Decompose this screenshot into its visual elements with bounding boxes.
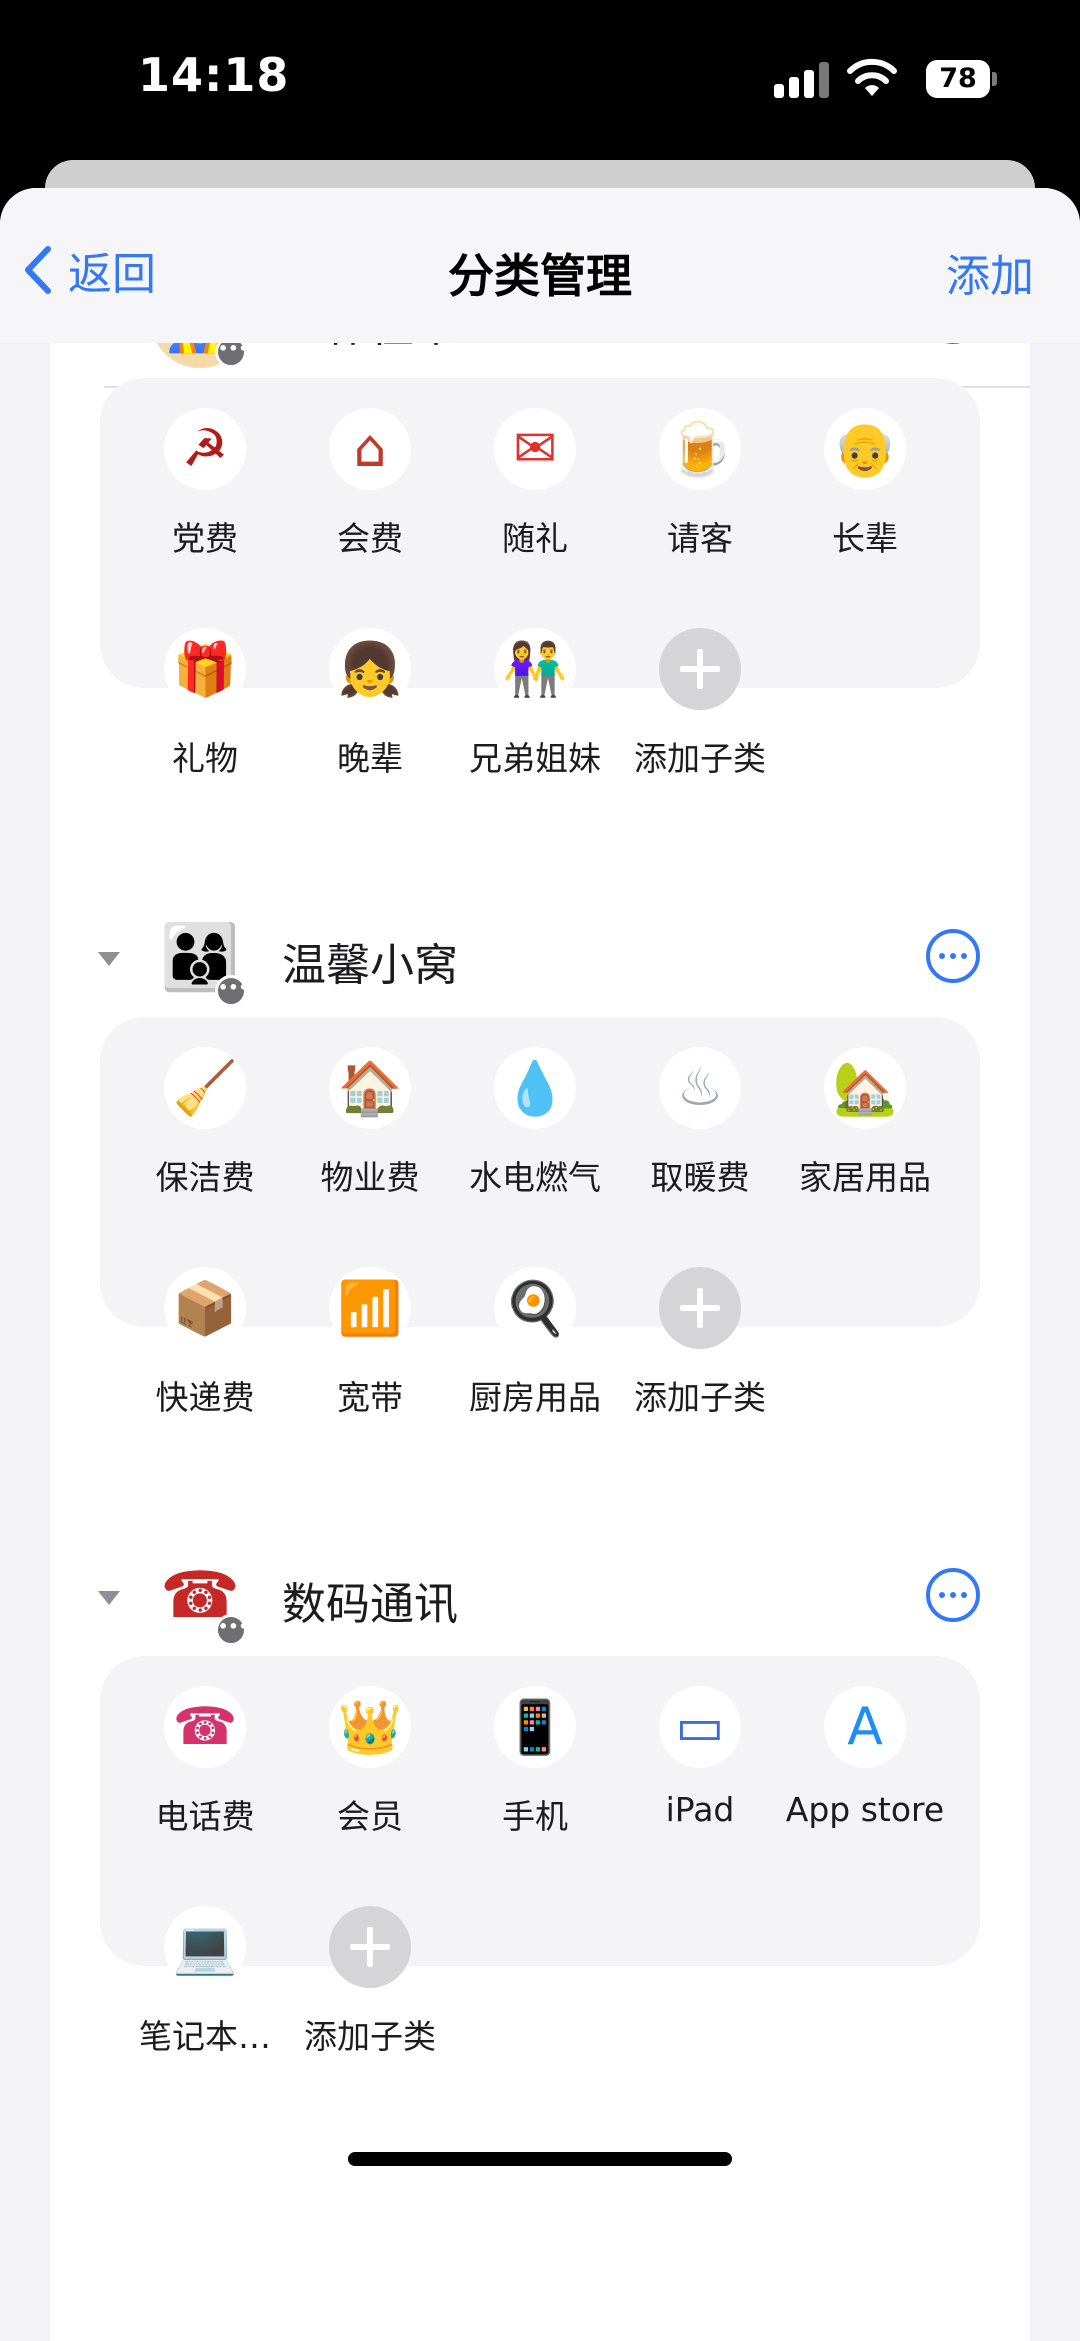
subcategory-item[interactable]: ⌂ 会费 xyxy=(287,408,453,560)
subcategory-label: 兄弟姐妹 xyxy=(469,739,601,778)
subcategory-item[interactable]: 👴 长辈 xyxy=(782,408,948,560)
subcategory-item[interactable]: ▭ iPad xyxy=(617,1686,783,1829)
subcategory-item[interactable]: 🍺 请客 xyxy=(617,408,783,560)
more-badge-icon: ••• xyxy=(215,1614,249,1646)
more-badge-icon: ••• xyxy=(215,975,249,1007)
subcategory-panel: ☭ 党费 ⌂ 会费 ✉ 随礼 🍺 请客 👴 长辈 🎁 礼物 👧 晚辈 👫 兄弟姐妹 添加子类 xyxy=(100,378,980,778)
subcategory-item[interactable]: 🏠 物业费 xyxy=(287,1047,453,1199)
subcategory-label: 添加子类 xyxy=(634,1378,766,1417)
subcategory-panel: 🧹 保洁费 🏠 物业费 💧 水电燃气 ♨ 取暖费 🏡 家居用品 📦 快递费 📶 宽带 🍳 厨房用品 添加子类 xyxy=(100,1017,980,1417)
page-title: 分类管理 xyxy=(448,249,632,303)
cleaner-icon: 🧹 xyxy=(164,1047,246,1129)
battery-level: 78 xyxy=(926,60,990,98)
add-subcategory-button[interactable]: 添加子类 xyxy=(617,628,783,780)
subcategory-label: 请客 xyxy=(667,519,733,558)
red-envelope-icon: ✉ xyxy=(494,408,576,490)
subcategory-label: 物业费 xyxy=(320,1158,420,1197)
group-header[interactable]: 👨‍👩‍👦 ••• 温馨小窝 xyxy=(50,907,980,1017)
subcategory-label: 礼物 xyxy=(172,739,238,778)
subcategory-item[interactable]: 🧹 保洁费 xyxy=(122,1047,288,1199)
smartphone-icon: 📱 xyxy=(494,1686,576,1768)
more-options-button[interactable] xyxy=(926,1568,980,1622)
add-subcategory-button[interactable]: 添加子类 xyxy=(287,1906,453,2058)
union-house-icon: ⌂ xyxy=(329,408,411,490)
gift-icon: 🎁 xyxy=(164,628,246,710)
subcategory-label: 随礼 xyxy=(502,519,568,558)
subcategory-label: 添加子类 xyxy=(304,2017,436,2056)
subcategory-label: 保洁费 xyxy=(155,1158,255,1197)
subcategory-panel: ☎ 电话费 👑 会员 📱 手机 ▭ iPad A App store 💻 笔记本… 添加子类 xyxy=(100,1656,980,2056)
subcategory-label: iPad xyxy=(665,1790,735,1829)
status-time: 14:18 xyxy=(138,48,290,102)
add-button[interactable]: 添加 xyxy=(946,240,1034,304)
water-drop-icon: 💧 xyxy=(494,1047,576,1129)
status-bar: 14:18 78 xyxy=(0,0,1080,160)
subcategory-label: 笔记本… xyxy=(139,2017,271,2056)
subcategory-label: 会员 xyxy=(337,1797,403,1836)
subcategory-label: 电话费 xyxy=(155,1797,255,1836)
crown-icon: 👑 xyxy=(329,1686,411,1768)
subcategory-label: 家居用品 xyxy=(799,1158,931,1197)
subcategory-label: App store xyxy=(785,1790,945,1829)
collapse-caret-icon[interactable] xyxy=(98,1591,120,1605)
tablet-icon: ▭ xyxy=(659,1686,741,1768)
subcategory-item[interactable]: 🍳 厨房用品 xyxy=(452,1267,618,1419)
subcategory-item[interactable]: 💻 笔记本… xyxy=(122,1906,288,2058)
cellular-signal-icon xyxy=(774,62,832,98)
children-icon: 👧 xyxy=(329,628,411,710)
nav-bar: 返回 分类管理 添加 xyxy=(0,188,1080,343)
subcategory-label: 厨房用品 xyxy=(469,1378,601,1417)
property-icon: 🏠 xyxy=(329,1047,411,1129)
subcategory-item[interactable]: 📦 快递费 xyxy=(122,1267,288,1419)
phone-icon: ☎ xyxy=(164,1686,246,1768)
add-subcategory-button[interactable]: 添加子类 xyxy=(617,1267,783,1419)
subcategory-item[interactable]: ☎ 电话费 xyxy=(122,1686,288,1838)
subcategory-item[interactable]: ♨ 取暖费 xyxy=(617,1047,783,1199)
subcategory-item[interactable]: 👧 晚辈 xyxy=(287,628,453,780)
home-goods-icon: 🏡 xyxy=(824,1047,906,1129)
group-title: 数码通讯 xyxy=(282,1579,458,1630)
subcategory-label: 宽带 xyxy=(337,1378,403,1417)
subcategory-item[interactable]: 📱 手机 xyxy=(452,1686,618,1838)
subcategory-label: 水电燃气 xyxy=(469,1158,601,1197)
courier-icon: 📦 xyxy=(164,1267,246,1349)
subcategory-label: 取暖费 xyxy=(650,1158,750,1197)
group-title: 温馨小窝 xyxy=(282,940,458,991)
category-sheet: 返回 分类管理 添加 👷 ••• 工作往来 ☭党费⌂会费✉随礼🍺请客👴长辈🎁礼物… xyxy=(0,188,1080,2341)
plus-icon xyxy=(329,1906,411,1988)
party-emblem-icon: ☭ xyxy=(164,408,246,490)
app-store-icon: A xyxy=(824,1686,906,1768)
beer-icon: 🍺 xyxy=(659,408,741,490)
subcategory-label: 长辈 xyxy=(832,519,898,558)
laptop-icon: 💻 xyxy=(164,1906,246,1988)
group-header[interactable]: ☎ ••• 数码通讯 xyxy=(50,1546,980,1656)
subcategory-item[interactable]: ✉ 随礼 xyxy=(452,408,618,560)
plus-icon xyxy=(659,628,741,710)
radiator-icon: ♨ xyxy=(659,1047,741,1129)
subcategory-label: 手机 xyxy=(502,1797,568,1836)
kitchen-icon: 🍳 xyxy=(494,1267,576,1349)
subcategory-label: 党费 xyxy=(172,519,238,558)
wifi-pin-icon: 📶 xyxy=(329,1267,411,1349)
more-options-button[interactable] xyxy=(926,929,980,983)
subcategory-item[interactable]: 📶 宽带 xyxy=(287,1267,453,1419)
subcategory-item[interactable]: ☭ 党费 xyxy=(122,408,288,560)
subcategory-item[interactable]: 👫 兄弟姐妹 xyxy=(452,628,618,780)
subcategory-item[interactable]: A App store xyxy=(782,1686,948,1829)
subcategory-item[interactable]: 💧 水电燃气 xyxy=(452,1047,618,1199)
subcategory-label: 添加子类 xyxy=(634,739,766,778)
plus-icon xyxy=(659,1267,741,1349)
home-indicator xyxy=(348,2152,732,2166)
elders-icon: 👴 xyxy=(824,408,906,490)
collapse-caret-icon[interactable] xyxy=(98,952,120,966)
wifi-icon xyxy=(847,58,897,96)
subcategory-item[interactable]: 🏡 家居用品 xyxy=(782,1047,948,1199)
battery-cap xyxy=(992,72,997,86)
subcategory-item[interactable]: 🎁 礼物 xyxy=(122,628,288,780)
subcategory-label: 晚辈 xyxy=(337,739,403,778)
subcategory-item[interactable]: 👑 会员 xyxy=(287,1686,453,1838)
siblings-icon: 👫 xyxy=(494,628,576,710)
subcategory-label: 会费 xyxy=(337,519,403,558)
subcategory-label: 快递费 xyxy=(155,1378,255,1417)
